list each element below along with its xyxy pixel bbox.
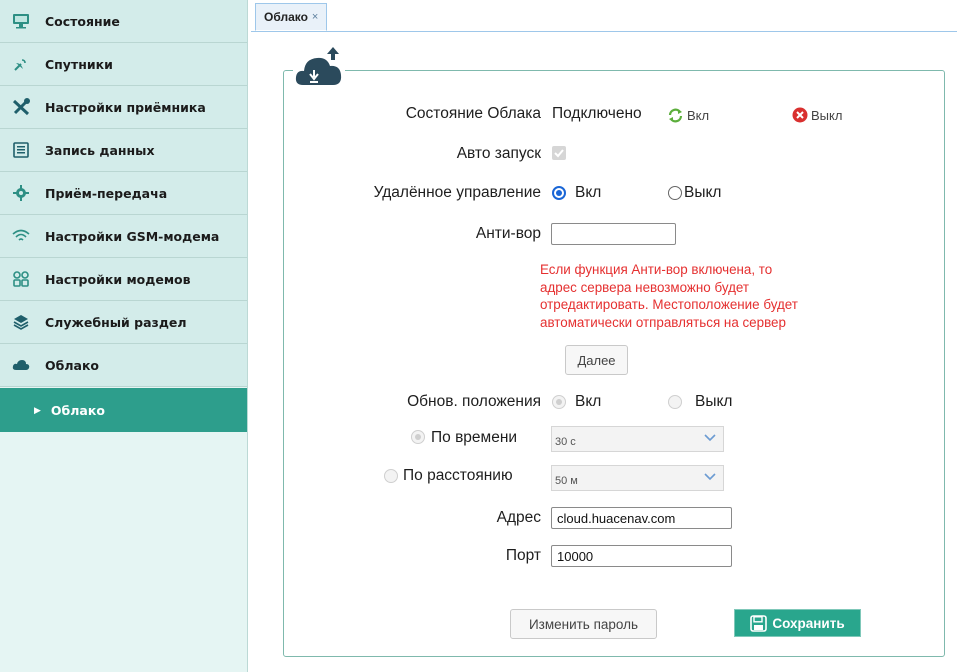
next-button[interactable]: Далее — [565, 345, 628, 375]
position-update-off-radio[interactable] — [668, 395, 682, 409]
refresh-icon — [668, 108, 683, 123]
sidebar-item-io[interactable]: Приём-передача — [0, 172, 247, 215]
chevron-down-icon — [703, 469, 717, 488]
cloud-on-label: Вкл — [687, 107, 710, 123]
chevron-down-icon — [703, 430, 717, 449]
modules-icon — [11, 269, 31, 289]
sidebar-item-gsm-modem[interactable]: Настройки GSM-модема — [0, 215, 247, 258]
sidebar-item-label: Настройки приёмника — [45, 99, 206, 115]
log-icon — [11, 140, 31, 160]
cloud-state-label: Состояние Облака — [405, 105, 541, 122]
caret-right-icon: ▶ — [34, 404, 41, 415]
antitheft-input[interactable] — [551, 223, 676, 245]
monitor-icon — [11, 11, 31, 31]
save-label: Сохранить — [772, 615, 845, 631]
cloud-off-button[interactable]: Выкл — [792, 106, 862, 124]
change-password-button[interactable]: Изменить пароль — [510, 609, 657, 639]
sidebar-item-data-logging[interactable]: Запись данных — [0, 129, 247, 172]
cloud-on-button[interactable]: Вкл — [668, 106, 728, 124]
sidebar-item-satellites[interactable]: Спутники — [0, 43, 247, 86]
by-time-radio[interactable] — [411, 430, 425, 444]
sidebar-item-service[interactable]: Служебный раздел — [0, 301, 247, 344]
save-icon — [750, 614, 768, 632]
sidebar-item-label: Облако — [45, 357, 100, 373]
autostart-checkbox[interactable] — [552, 146, 566, 160]
autostart-label: Авто запуск — [456, 145, 541, 162]
sidebar-item-label: Приём-передача — [45, 185, 168, 201]
position-update-off-label: Выкл — [695, 393, 733, 410]
close-circle-icon — [792, 107, 808, 123]
sidebar-item-receiver-settings[interactable]: Настройки приёмника — [0, 86, 247, 129]
tab-cloud[interactable]: Облако × — [255, 3, 328, 31]
cloud-off-label: Выкл — [811, 107, 843, 123]
warning-line: Если функция Анти-вор включена, то — [540, 262, 773, 277]
antitheft-warning: Если функция Анти-вор включена, то адрес… — [540, 261, 860, 331]
satellite-icon — [11, 54, 31, 74]
close-icon[interactable]: × — [312, 11, 318, 23]
sidebar-subitem-label: Облако — [50, 402, 105, 418]
cloud-icon — [11, 355, 31, 375]
cloud-state-value: Подключено — [552, 105, 642, 122]
address-input[interactable] — [551, 507, 732, 529]
tab-label: Облако — [264, 10, 308, 24]
save-button[interactable]: Сохранить — [734, 609, 861, 637]
remote-off-label: Выкл — [684, 184, 722, 201]
sidebar: Состояние Спутники Настройки приёмника З… — [0, 0, 248, 672]
position-update-label: Обнов. положения — [407, 393, 541, 410]
gear-icon — [11, 183, 31, 203]
tab-bar: Облако × — [251, 0, 957, 32]
by-time-select[interactable]: 30 с — [551, 426, 724, 452]
sidebar-item-modems[interactable]: Настройки модемов — [0, 258, 247, 301]
remote-control-label: Удалённое управление — [373, 184, 541, 201]
remote-on-label: Вкл — [575, 184, 602, 201]
port-input[interactable] — [551, 545, 732, 567]
layers-icon — [11, 312, 31, 332]
sidebar-item-cloud[interactable]: Облако — [0, 344, 247, 387]
port-label: Порт — [505, 547, 541, 564]
by-distance-select[interactable]: 50 м — [551, 465, 724, 491]
by-distance-value: 50 м — [555, 475, 578, 487]
sidebar-item-label: Запись данных — [45, 142, 155, 158]
tools-icon — [11, 97, 31, 117]
sidebar-item-label: Служебный раздел — [45, 314, 187, 330]
remote-on-radio[interactable] — [552, 186, 566, 200]
remote-off-radio[interactable] — [668, 186, 682, 200]
antitheft-label: Анти-вор — [475, 225, 541, 242]
wifi-icon — [11, 226, 31, 246]
position-update-on-label: Вкл — [575, 393, 602, 410]
sidebar-item-label: Состояние — [45, 13, 120, 29]
position-update-on-radio[interactable] — [552, 395, 566, 409]
cloud-download-icon — [293, 45, 345, 89]
by-time-value: 30 с — [555, 436, 576, 448]
address-label: Адрес — [496, 509, 541, 526]
sidebar-item-label: Настройки модемов — [45, 271, 191, 287]
sidebar-item-label: Настройки GSM-модема — [45, 228, 220, 244]
by-time-label: По времени — [431, 429, 518, 446]
by-distance-label: По расстоянию — [403, 467, 513, 484]
sidebar-item-status[interactable]: Состояние — [0, 0, 247, 43]
by-distance-radio[interactable] — [384, 469, 398, 483]
warning-line: адрес сервера невозможно будет — [540, 279, 750, 295]
sidebar-item-label: Спутники — [45, 56, 113, 72]
warning-line: отредактировать. Местоположение будет — [540, 297, 798, 312]
sidebar-subitem-cloud[interactable]: ▶ Облако — [0, 388, 247, 432]
warning-line: автоматически отправляться на сервер — [540, 314, 786, 330]
